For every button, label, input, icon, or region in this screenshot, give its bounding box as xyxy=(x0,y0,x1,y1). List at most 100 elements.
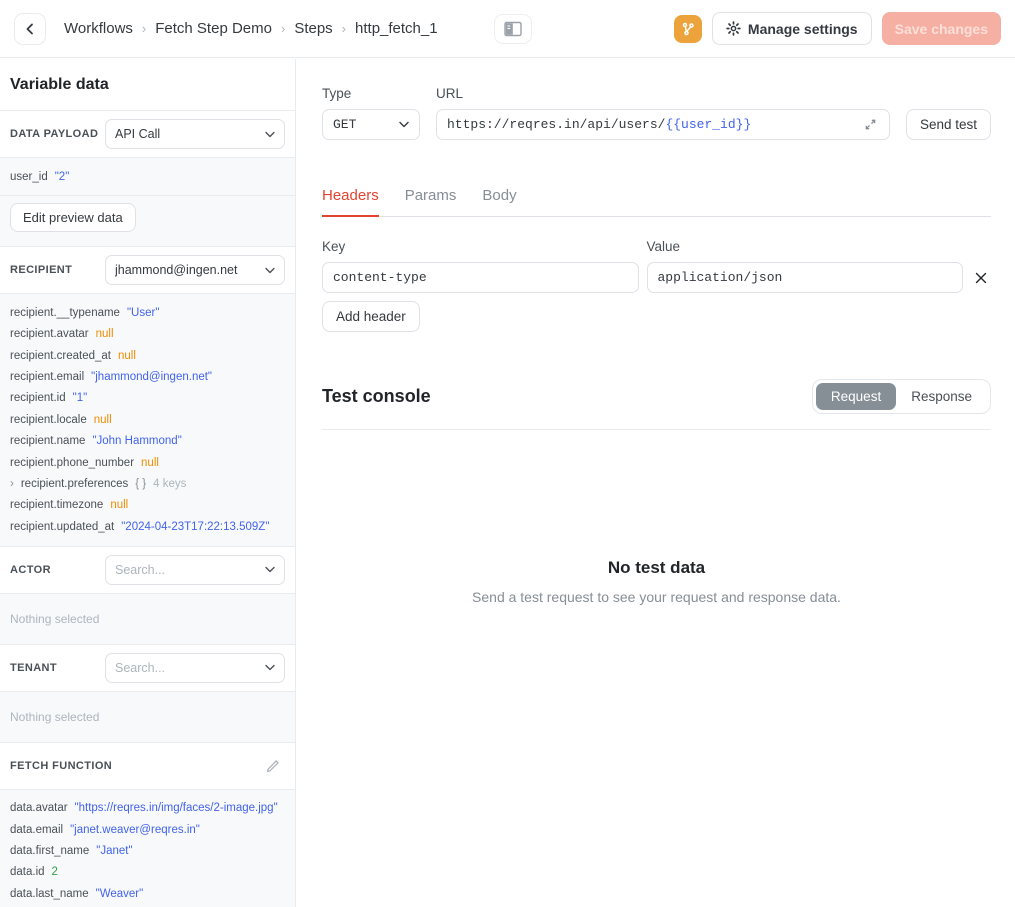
sidebar-title: Variable data xyxy=(0,59,295,111)
breadcrumb-workflows[interactable]: Workflows xyxy=(64,20,133,37)
recipient-label: RECIPIENT xyxy=(10,264,72,276)
commit-status-badge[interactable] xyxy=(674,15,702,43)
header-key-value-row: Key Value xyxy=(322,239,991,293)
app-header: Workflows › Fetch Step Demo › Steps › ht… xyxy=(0,0,1015,58)
type-label: Type xyxy=(322,86,420,101)
toggle-request[interactable]: Request xyxy=(816,383,896,410)
chevron-down-icon xyxy=(265,267,275,274)
breadcrumb-steps[interactable]: Steps xyxy=(294,20,332,37)
type-field: Type GET xyxy=(322,86,420,140)
send-test-button[interactable]: Send test xyxy=(906,109,991,140)
breadcrumb-step-name[interactable]: http_fetch_1 xyxy=(355,20,438,37)
remove-header-button[interactable] xyxy=(971,268,991,288)
list-item: › recipient.name "John Hammond" xyxy=(10,431,285,452)
url-field: URL https://reqres.in/api/users/{{user_i… xyxy=(436,86,890,140)
tenant-search-placeholder: Search... xyxy=(115,661,165,675)
edit-preview-data-button[interactable]: Edit preview data xyxy=(10,203,136,232)
expand-icon xyxy=(864,118,877,131)
chevron-down-icon xyxy=(265,664,275,671)
git-branch-icon xyxy=(681,22,695,36)
data-payload-row: DATA PAYLOAD API Call xyxy=(0,111,295,157)
url-text: https://reqres.in/api/users/{{user_id}} xyxy=(447,117,751,132)
toggle-sidebar-button[interactable] xyxy=(494,14,532,44)
tenant-row: TENANT Search... xyxy=(0,645,295,691)
tenant-label: TENANT xyxy=(10,662,57,674)
request-tabs: Headers Params Body xyxy=(322,187,991,217)
data-payload-selected-value: API Call xyxy=(115,127,160,141)
recipient-row: RECIPIENT jhammond@ingen.net xyxy=(0,247,295,293)
header-actions: Manage settings Save changes xyxy=(674,12,1001,45)
tab-params[interactable]: Params xyxy=(405,187,457,217)
fetch-function-row: FETCH FUNCTION xyxy=(0,743,295,789)
breadcrumb-separator: › xyxy=(142,21,146,36)
data-payload-select[interactable]: API Call xyxy=(105,119,285,149)
toggle-response[interactable]: Response xyxy=(896,383,987,410)
edit-fetch-function-button[interactable] xyxy=(261,754,285,778)
fetch-function-preview: › data.avatar "https://reqres.in/img/fac… xyxy=(0,789,295,907)
list-item: › recipient.preferences { } 4 keys xyxy=(10,474,285,495)
breadcrumb-workflow-name[interactable]: Fetch Step Demo xyxy=(155,20,272,37)
list-item: › recipient.__typename "User" xyxy=(10,302,285,323)
no-test-data-empty-state: No test data Send a test request to see … xyxy=(322,558,991,605)
http-method-value: GET xyxy=(333,117,356,132)
expand-editor-button[interactable] xyxy=(862,116,879,133)
manage-settings-label: Manage settings xyxy=(748,21,858,37)
list-item: › recipient.updated_at "2024-04-23T17:22… xyxy=(10,516,285,537)
key-label: Key xyxy=(322,239,639,254)
chevron-down-icon xyxy=(265,131,275,138)
tab-body[interactable]: Body xyxy=(482,187,516,217)
list-item: › data.last_name "Weaver" xyxy=(10,883,285,904)
list-item: › recipient.id "1" xyxy=(10,388,285,409)
fetch-function-label: FETCH FUNCTION xyxy=(10,760,112,772)
variable-data-sidebar: Variable data DATA PAYLOAD API Call › us… xyxy=(0,59,296,907)
header-key-field: Key xyxy=(322,239,639,293)
header-value-input[interactable] xyxy=(647,262,964,293)
list-item: › user_id "2" xyxy=(10,166,285,187)
edit-preview-container: Edit preview data xyxy=(0,196,295,247)
gear-icon xyxy=(726,21,741,36)
tenant-select[interactable]: Search... xyxy=(105,653,285,683)
url-label: URL xyxy=(436,86,890,101)
url-input[interactable]: https://reqres.in/api/users/{{user_id}} xyxy=(436,109,890,140)
breadcrumb-separator: › xyxy=(281,21,285,36)
list-item: › data.email "janet.weaver@reqres.in" xyxy=(10,819,285,840)
header-key-input[interactable] xyxy=(322,262,639,293)
list-item: › recipient.email "jhammond@ingen.net" xyxy=(10,367,285,388)
list-item: › data.avatar "https://reqres.in/img/fac… xyxy=(10,798,285,819)
breadcrumb: Workflows › Fetch Step Demo › Steps › ht… xyxy=(64,20,438,37)
empty-state-title: No test data xyxy=(322,558,991,578)
test-console-title: Test console xyxy=(322,386,431,407)
save-changes-button[interactable]: Save changes xyxy=(882,12,1001,45)
recipient-select[interactable]: jhammond@ingen.net xyxy=(105,255,285,285)
close-icon xyxy=(975,272,987,284)
data-payload-preview: › user_id "2" xyxy=(0,157,295,196)
actor-label: ACTOR xyxy=(10,564,51,576)
url-variable-token: {{user_id}} xyxy=(665,117,751,132)
empty-state-description: Send a test request to see your request … xyxy=(322,589,991,605)
step-editor-main: Type GET URL https://reqres.in/api/users… xyxy=(297,59,1015,907)
list-item: › recipient.created_at null xyxy=(10,345,285,366)
expand-chevron-icon[interactable]: › xyxy=(10,475,14,493)
list-item: › recipient.phone_number null xyxy=(10,452,285,473)
test-console-header: Test console Request Response xyxy=(322,379,991,414)
list-item: › recipient.locale null xyxy=(10,409,285,430)
recipient-preview: › recipient.__typename "User" › recipien… xyxy=(0,293,295,546)
request-form: Type GET URL https://reqres.in/api/users… xyxy=(322,86,991,140)
value-label: Value xyxy=(647,239,964,254)
console-divider xyxy=(322,429,991,430)
tenant-preview: Nothing selected xyxy=(0,691,295,743)
actor-search-placeholder: Search... xyxy=(115,563,165,577)
manage-settings-button[interactable]: Manage settings xyxy=(712,12,872,45)
list-item: › data.id 2 xyxy=(10,862,285,883)
http-method-select[interactable]: GET xyxy=(322,109,420,140)
actor-select[interactable]: Search... xyxy=(105,555,285,585)
add-header-button[interactable]: Add header xyxy=(322,301,420,332)
chevron-left-icon xyxy=(23,22,37,36)
back-button[interactable] xyxy=(14,13,46,45)
request-response-toggle: Request Response xyxy=(812,379,991,414)
chevron-down-icon xyxy=(265,566,275,573)
tab-headers[interactable]: Headers xyxy=(322,187,379,217)
chevron-down-icon xyxy=(399,121,409,128)
list-item: › recipient.timezone null xyxy=(10,495,285,516)
tenant-empty-text: Nothing selected xyxy=(10,700,285,734)
